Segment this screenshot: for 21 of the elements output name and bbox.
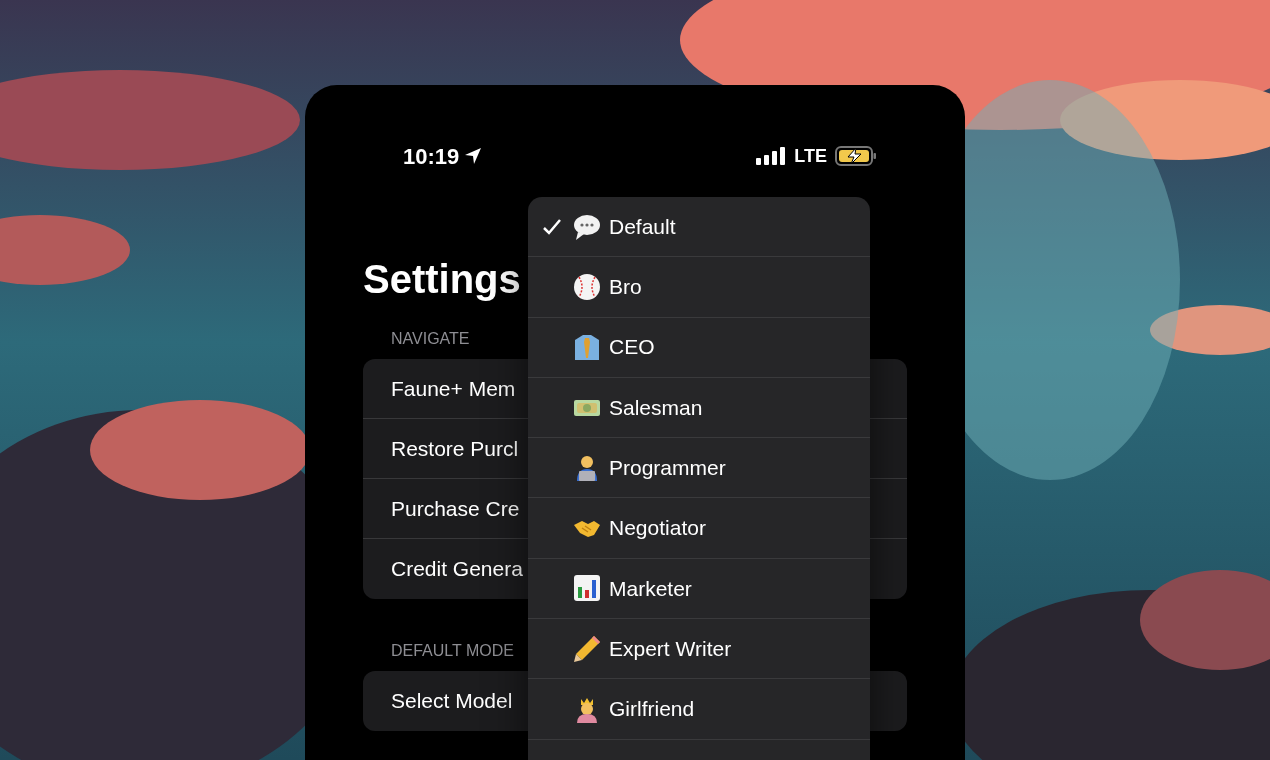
menu-item[interactable]: Salesman (528, 377, 870, 439)
status-time: 10:19 (403, 142, 460, 171)
menu-item[interactable]: CEO (528, 317, 870, 378)
network-label: LTE (794, 144, 827, 168)
menu-item[interactable]: Bro (528, 257, 870, 318)
menu-item[interactable]: Marketer (528, 558, 870, 620)
battery-charging-icon (835, 146, 877, 166)
section-header: DEFAULT MODE (391, 641, 514, 661)
shirt-tie-icon (572, 332, 602, 363)
menu-item[interactable]: Default (528, 197, 870, 258)
menu-item[interactable]: Girlfriend (528, 679, 870, 740)
section-header: NAVIGATE (391, 329, 470, 349)
pencil-icon (572, 633, 602, 664)
menu-item[interactable]: Negotiator (528, 498, 870, 559)
location-arrow-icon (463, 146, 484, 166)
signal-icon (756, 147, 787, 165)
bar-chart-icon (572, 573, 602, 604)
page-title: Settings (363, 256, 521, 303)
menu-item[interactable]: Programmer (528, 438, 870, 499)
baseball-icon (572, 271, 602, 302)
menu-item[interactable]: Expert Writer (528, 619, 870, 680)
